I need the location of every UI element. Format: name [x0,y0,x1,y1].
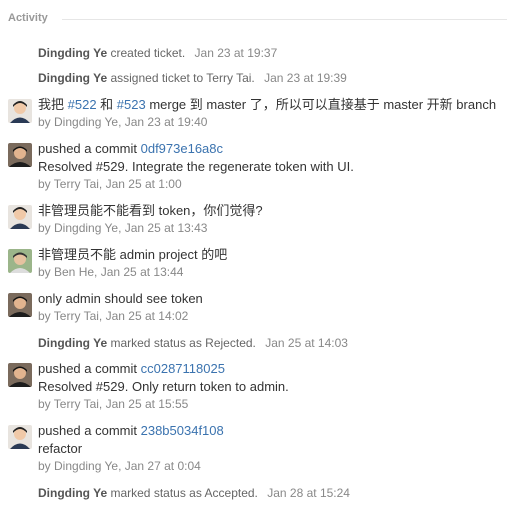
commit-line: pushed a commit 238b5034f108 [38,422,501,440]
avatar-terry-icon [8,363,32,387]
event-action: assigned ticket to Terry Tai. [110,71,255,85]
avatar-ben-icon [8,249,32,273]
event-time: Jan 25 at 14:03 [265,336,348,350]
activity-event: Dingding Ye marked status as Rejected. J… [38,336,507,350]
avatar-terry-icon [8,143,32,167]
activity-commit: pushed a commit 0df973e16a8c Resolved #5… [0,140,507,192]
activity-comment: only admin should see token by Terry Tai… [0,290,507,326]
commit-hash-link[interactable]: 238b5034f108 [141,423,224,438]
commit-message: Resolved #529. Integrate the regenerate … [38,159,354,174]
activity-comment: 非管理员能不能看到 token，你们觉得? by Dingding Ye, Ja… [0,202,507,238]
activity-comment: 非管理员不能 admin project 的吧 by Ben He, Jan 2… [0,246,507,282]
comment-text-part: merge 到 master 了，所以可以直接基于 master 开新 bran… [145,97,497,112]
commit-hash-link[interactable]: 0df973e16a8c [141,141,223,156]
ticket-link-523[interactable]: #523 [117,97,146,112]
event-time: Jan 23 at 19:39 [264,71,347,85]
commit-prefix: pushed a commit [38,141,141,156]
comment-meta: by Terry Tai, Jan 25 at 14:02 [38,309,189,323]
comment-meta: by Dingding Ye, Jan 23 at 19:40 [38,115,208,129]
avatar[interactable] [8,99,32,123]
event-time: Jan 23 at 19:37 [194,46,278,60]
event-user[interactable]: Dingding Ye [38,46,107,60]
comment-text: 非管理员不能 admin project 的吧 [38,247,228,262]
commit-prefix: pushed a commit [38,423,141,438]
event-action: marked status as Accepted. [110,486,258,500]
event-user[interactable]: Dingding Ye [38,71,107,85]
commit-line: pushed a commit cc0287118025 [38,360,501,378]
commit-message: Resolved #529. Only return token to admi… [38,379,289,394]
activity-feed: Dingding Ye created ticket. Jan 23 at 19… [0,0,507,512]
comment-text-part: 我把 [38,97,68,112]
event-action: created ticket. [110,46,186,60]
event-time: Jan 28 at 15:24 [267,486,350,500]
activity-commit: pushed a commit cc0287118025 Resolved #5… [0,360,507,412]
commit-hash-link[interactable]: cc0287118025 [141,361,225,376]
ticket-link-522[interactable]: #522 [68,97,97,112]
avatar-dingding-icon [8,205,32,229]
avatar[interactable] [8,425,32,449]
comment-text: 我把 #522 和 #523 merge 到 master 了，所以可以直接基于… [38,96,501,114]
comment-text: only admin should see token [38,291,203,306]
activity-event: Dingding Ye created ticket. Jan 23 at 19… [38,46,507,60]
comment-text-part: 和 [96,97,117,112]
commit-meta: by Terry Tai, Jan 25 at 15:55 [38,397,189,411]
avatar-dingding-icon [8,425,32,449]
avatar[interactable] [8,363,32,387]
comment-meta: by Dingding Ye, Jan 25 at 13:43 [38,221,208,235]
avatar[interactable] [8,293,32,317]
avatar-terry-icon [8,293,32,317]
commit-line: pushed a commit 0df973e16a8c [38,140,501,158]
commit-prefix: pushed a commit [38,361,141,376]
avatar[interactable] [8,249,32,273]
activity-comment: 我把 #522 和 #523 merge 到 master 了，所以可以直接基于… [0,96,507,132]
event-action: marked status as Rejected. [110,336,256,350]
comment-meta: by Ben He, Jan 25 at 13:44 [38,265,184,279]
event-user[interactable]: Dingding Ye [38,486,107,500]
event-user[interactable]: Dingding Ye [38,336,107,350]
activity-commit: pushed a commit 238b5034f108 refactor by… [0,422,507,474]
commit-message: refactor [38,441,83,456]
comment-text: 非管理员能不能看到 token，你们觉得? [38,203,263,218]
activity-event: Dingding Ye assigned ticket to Terry Tai… [38,71,507,85]
avatar-dingding-icon [8,99,32,123]
activity-event: Dingding Ye marked status as Accepted. J… [38,486,507,500]
avatar[interactable] [8,205,32,229]
commit-meta: by Dingding Ye, Jan 27 at 0:04 [38,459,201,473]
commit-meta: by Terry Tai, Jan 25 at 1:00 [38,177,182,191]
avatar[interactable] [8,143,32,167]
